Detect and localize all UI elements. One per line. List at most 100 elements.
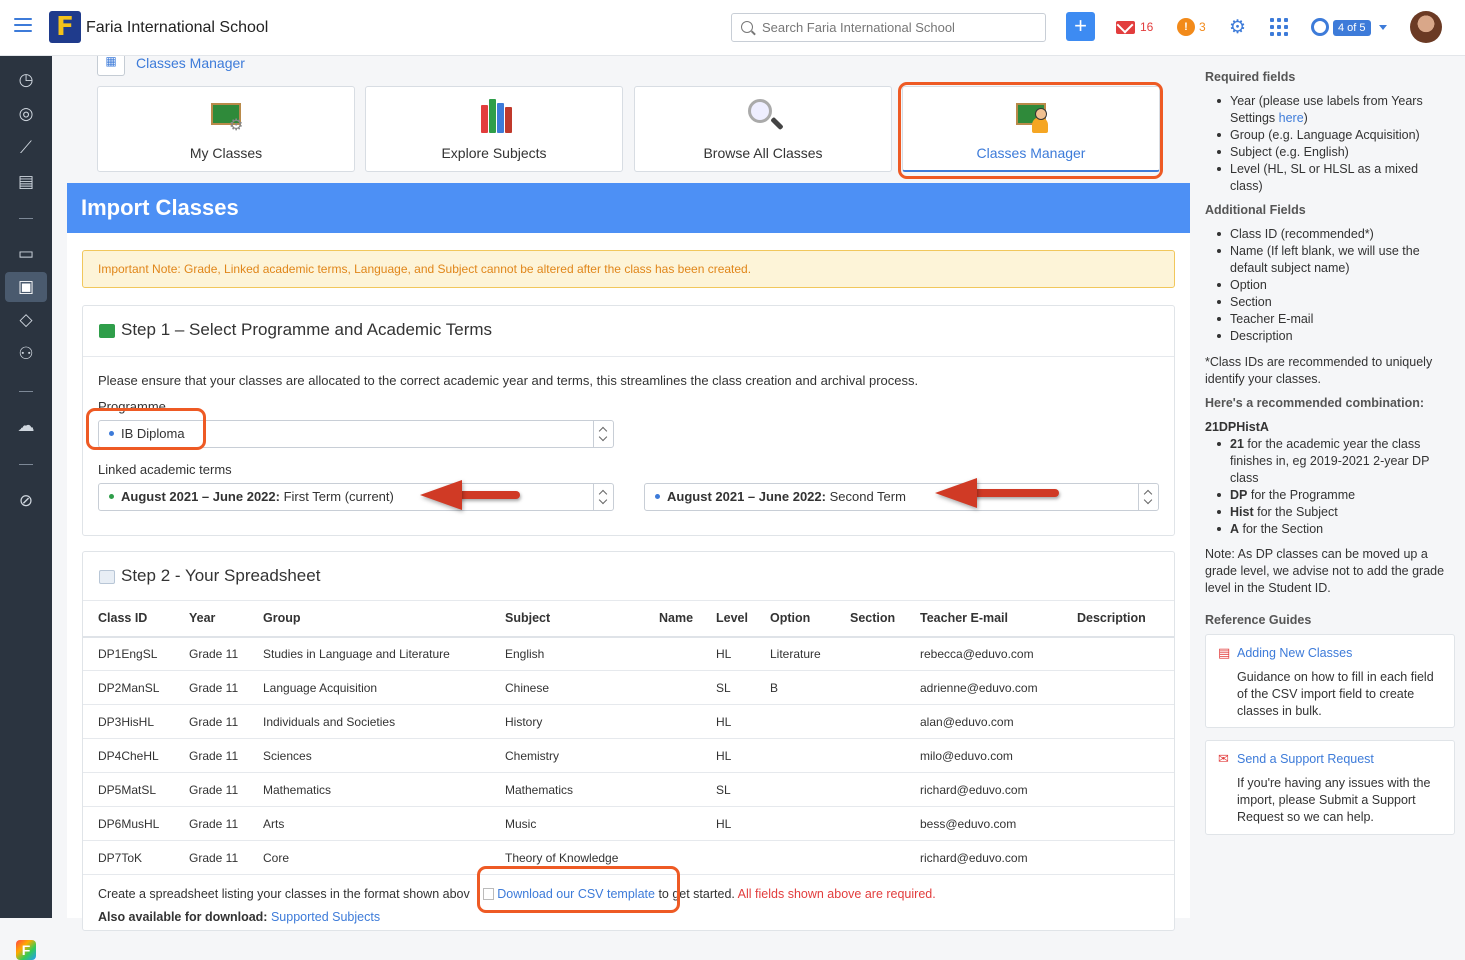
classes-icon[interactable]: ▣ [5, 272, 47, 302]
important-note: Important Note: Grade, Linked academic t… [82, 250, 1175, 288]
column-header: Option [755, 600, 835, 638]
table-cell: Music [490, 806, 644, 841]
magnifier-icon [746, 99, 784, 135]
term1-select[interactable]: August 2021 – June 2022: First Term (cur… [98, 483, 614, 511]
tile-explore-subjects[interactable]: Explore Subjects [365, 86, 623, 172]
tile-browse-all-classes[interactable]: Browse All Classes [634, 86, 892, 172]
table-cell: HL [701, 704, 755, 739]
users-icon[interactable]: ⚇ [14, 342, 38, 366]
additional-title: Additional Fields [1205, 203, 1306, 217]
chat-icon[interactable]: ! [1177, 18, 1195, 36]
guide-link[interactable]: Adding New Classes [1237, 646, 1352, 660]
additional-list: Class ID (recommended*) Name (If left bl… [1217, 226, 1435, 345]
progress-badge[interactable]: 4 of 5 [1333, 20, 1371, 36]
dashboard-icon[interactable]: ◷ [14, 68, 38, 92]
school-name[interactable]: Faria International School [86, 19, 268, 37]
supported-subjects-link[interactable]: Supported Subjects [271, 910, 380, 924]
table-cell [1062, 670, 1174, 705]
settings-here-link[interactable]: here [1279, 111, 1304, 125]
avatar[interactable] [1410, 11, 1442, 43]
school-logo-icon[interactable]: F [49, 11, 81, 43]
table-cell [644, 806, 701, 841]
sidebar: ◷ ◎ ⟋ ▤ ▭ ▣ ◇ ⚇ ☁ ⊘ F [0, 56, 52, 960]
table-cell: adrienne@eduvo.com [905, 670, 1062, 705]
breadcrumb[interactable]: Classes Manager [136, 55, 245, 71]
dp-note: Note: As DP classes can be moved up a gr… [1205, 547, 1445, 595]
table-cell: Grade 11 [174, 840, 248, 875]
table-cell: Grade 11 [174, 670, 248, 705]
gear-icon[interactable]: ⚙ [1229, 18, 1246, 37]
table-header-row: Class ID Year Group Subject Name Level O… [83, 600, 1174, 638]
table-cell: History [490, 704, 644, 739]
guide-desc: Guidance on how to fill in each field of… [1237, 670, 1434, 718]
table-cell [755, 806, 835, 841]
briefcase-icon[interactable]: ▤ [14, 170, 38, 194]
highlight-box [477, 866, 680, 913]
list-item: A for the Section [1217, 521, 1435, 538]
sidebar-divider [19, 218, 33, 219]
table-cell [701, 840, 755, 875]
table-cell [1062, 772, 1174, 807]
terms-label: Linked academic terms [98, 462, 232, 477]
column-header: Section [835, 600, 905, 638]
apps-grid-icon[interactable] [1270, 18, 1288, 36]
term2-name: Second Term [825, 489, 906, 504]
list-item: Subject (e.g. English) [1217, 144, 1435, 161]
search-icon [741, 21, 753, 33]
support-card[interactable]: ✉ Send a Support Request If you're havin… [1205, 740, 1455, 835]
chalkboard-icon [99, 324, 115, 338]
footer-text: Create a spreadsheet listing your classe… [98, 887, 470, 901]
target-icon[interactable]: ◎ [14, 102, 38, 126]
term2-select[interactable]: August 2021 – June 2022: Second Term [644, 483, 1159, 511]
chevron-down-icon[interactable] [1379, 25, 1387, 34]
mail-icon[interactable] [1116, 21, 1135, 34]
table-cell: richard@eduvo.com [905, 772, 1062, 807]
search-box [731, 13, 1046, 42]
step2-title: Step 2 - Your Spreadsheet [121, 566, 321, 585]
list-item: Teacher E-mail [1217, 311, 1435, 328]
table-cell [644, 738, 701, 773]
table-cell: Studies in Language and Literature [248, 636, 490, 671]
add-button[interactable]: + [1066, 12, 1095, 41]
table-cell: Core [248, 840, 490, 875]
highlight-box [898, 82, 1163, 179]
column-header: Name [644, 600, 701, 638]
class-id-note: *Class IDs are recommended to uniquely i… [1205, 355, 1433, 386]
table-cell [644, 704, 701, 739]
chart-line-icon[interactable]: ⟋ [14, 136, 38, 160]
search-input[interactable] [762, 20, 1032, 35]
combo-title: Here's a recommended combination: [1205, 396, 1425, 410]
column-header: Description [1062, 600, 1174, 638]
bus-icon[interactable]: ▭ [14, 242, 38, 266]
support-link[interactable]: Send a Support Request [1237, 752, 1374, 766]
table-cell [835, 840, 905, 875]
table-row: DP3HisHL Grade 11 Individuals and Societie… [83, 704, 1174, 739]
table-cell: Chemistry [490, 738, 644, 773]
table-cell: Mathematics [490, 772, 644, 807]
table-cell: English [490, 636, 644, 671]
cube-icon[interactable]: ◇ [14, 308, 38, 332]
table-cell [1062, 806, 1174, 841]
table-cell [644, 772, 701, 807]
table-cell [755, 704, 835, 739]
compass-icon[interactable]: ⊘ [14, 489, 38, 513]
cloud-sync-icon[interactable]: ☁ [14, 414, 38, 438]
table-cell: DP3HisHL [83, 704, 174, 739]
mail-count[interactable]: 16 [1140, 20, 1153, 34]
faria-logo-icon[interactable]: F [16, 940, 36, 960]
tile-my-classes[interactable]: ⚙ My Classes [97, 86, 355, 172]
combo-list: 21 for the academic year the class finis… [1217, 436, 1435, 538]
table-cell [1062, 704, 1174, 739]
list-item: Description [1217, 328, 1435, 345]
red-arrow-annotation [420, 480, 520, 510]
guide-card[interactable]: ▤ Adding New Classes Guidance on how to … [1205, 634, 1455, 728]
help-lifebuoy-icon[interactable] [1311, 18, 1329, 36]
page-title: Import Classes [67, 183, 1190, 233]
table-cell: milo@eduvo.com [905, 738, 1062, 773]
column-header: Class ID [83, 600, 174, 638]
table-cell: Grade 11 [174, 738, 248, 773]
menu-icon[interactable] [14, 18, 32, 32]
column-header: Level [701, 600, 755, 638]
list-item: Section [1217, 294, 1435, 311]
chat-count[interactable]: 3 [1199, 20, 1206, 34]
